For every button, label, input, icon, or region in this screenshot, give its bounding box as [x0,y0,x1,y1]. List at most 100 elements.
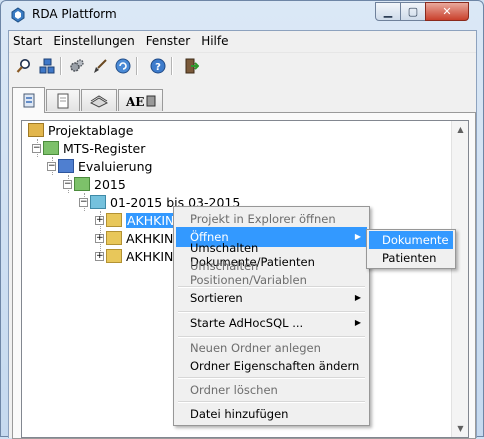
app-logo-icon [11,7,25,23]
expand-toggle-icon[interactable]: + [95,215,104,225]
collapse-toggle-icon[interactable]: − [32,143,41,153]
folder-icon [90,195,106,209]
exit-icon [185,58,199,74]
minimize-button[interactable]: ▁ [375,2,401,21]
menu-hilfe[interactable]: Hilfe [196,31,234,52]
settings-button[interactable] [66,56,87,76]
tree-node-evaluierung[interactable]: − Evaluierung [47,157,152,175]
menu-fenster[interactable]: Fenster [141,31,197,52]
submenu-arrow-icon: ▶ [354,232,361,241]
folder-icon [106,249,122,263]
menu-item-label: Starte AdHocSQL ... [190,316,304,330]
menu-item-label: Patienten [382,251,437,265]
help-icon: ? [150,58,165,74]
folder-icon [43,141,59,155]
brush-icon [93,59,107,73]
menu-separator [178,401,365,403]
toolbar-separator [60,57,62,75]
expand-toggle-icon[interactable]: + [95,251,104,261]
collapse-toggle-icon[interactable]: − [79,197,88,207]
window-title: RDA Plattform [32,7,117,21]
search-icon [16,59,30,73]
svg-text:?: ? [155,62,161,73]
font-icon: AE [125,95,155,108]
exit-button[interactable] [180,56,201,76]
menu-item-delete-folder[interactable]: Ordner löschen [176,380,367,400]
tab-documents[interactable] [46,89,80,111]
tree-node-label: Evaluierung [78,158,153,174]
tab-tree[interactable] [12,87,45,113]
folder-icon [106,231,122,245]
menu-item-adhocsql[interactable]: Starte AdHocSQL ... ▶ [176,313,367,333]
menu-item-new-folder[interactable]: Neuen Ordner anlegen [176,338,367,358]
menu-item-label: Datei hinzufügen [190,407,289,421]
menu-item-folder-properties[interactable]: Ordner Eigenschaften ändern [176,356,367,376]
book-icon [90,94,108,108]
tree-node-akhkin-2[interactable]: + AKHKIN [95,229,173,247]
tree-node-label: AKHKIN [126,230,174,246]
menu-separator [178,377,365,379]
expand-toggle-icon[interactable]: + [95,233,104,243]
menu-bar: Start Einstellungen Fenster Hilfe [9,31,476,52]
menu-item-label: Umschalten Positionen/Variablen [190,259,307,287]
folder-root-icon [28,123,44,137]
folder-icon [74,177,90,191]
folder-icon [58,159,74,173]
maximize-icon: ▢ [407,5,419,18]
minimize-icon: ▁ [383,5,393,18]
tree-node-2015[interactable]: − 2015 [63,175,126,193]
close-button[interactable]: ✕ [425,2,469,21]
menu-item-open-in-explorer[interactable]: Projekt in Explorer öffnen [176,209,367,229]
tree-view-icon [23,93,34,107]
tree-node-label: MTS-Register [63,140,146,156]
toolbar-separator [136,57,138,75]
context-menu: Projekt in Explorer öffnen Öffnen ▶ Umsch… [173,206,370,426]
scroll-up-icon[interactable]: ▲ [452,121,468,138]
refresh-icon [115,58,130,74]
menu-item-toggle-positions[interactable]: Umschalten Positionen/Variablen [176,259,367,287]
menu-item-label: Neuen Ordner anlegen [190,341,321,355]
menu-item-add-file[interactable]: Datei hinzufügen [176,404,367,424]
tree-node-akhkin-1[interactable]: + AKHKIN [95,211,176,229]
folder-icon [106,213,122,227]
gears-icon [69,59,84,72]
vertical-scrollbar[interactable]: ▲ ▼ [451,121,468,437]
open-submenu: Dokumente Patienten [366,229,456,269]
search-button[interactable] [13,56,34,76]
tree-node-label: AKHKIN [126,212,176,228]
brush-button[interactable] [89,56,110,76]
tree-node-label: Projektablage [48,122,134,138]
tab-fonts[interactable]: AE [118,89,163,111]
toolbar: ? [9,52,476,78]
collapse-toggle-icon[interactable]: − [63,179,72,189]
menu-item-sort[interactable]: Sortieren ▶ [176,288,367,308]
menu-item-label: Ordner löschen [190,383,278,397]
close-icon: ✕ [442,5,452,18]
refresh-button[interactable] [112,56,133,76]
network-icon [39,58,54,74]
tree-node-mts-register[interactable]: − MTS-Register [32,139,145,157]
network-button[interactable] [36,56,57,76]
menu-einstellungen[interactable]: Einstellungen [48,31,140,52]
title-bar[interactable]: RDA Plattform ▁ ▢ ✕ [1,1,483,29]
menu-item-label: Ordner Eigenschaften ändern [190,359,360,373]
help-button[interactable]: ? [147,56,168,76]
tree-node-projektablage[interactable]: Projektablage [28,121,134,139]
menu-item-label: Projekt in Explorer öffnen [190,212,336,226]
menu-start[interactable]: Start [9,31,48,52]
scroll-down-icon[interactable]: ▼ [452,420,468,437]
document-icon [57,93,69,108]
maximize-button[interactable]: ▢ [400,2,426,21]
menu-item-label: Sortieren [190,291,243,305]
submenu-arrow-icon: ▶ [354,318,361,327]
tree-node-akhkin-3[interactable]: + AKHKIN [95,247,173,265]
submenu-item-documents[interactable]: Dokumente [369,231,453,249]
tab-books[interactable] [81,89,117,111]
tree-node-label: AKHKIN [126,248,174,264]
submenu-item-patients[interactable]: Patienten [369,249,453,267]
collapse-toggle-icon[interactable]: − [47,161,56,171]
submenu-arrow-icon: ▶ [354,293,361,302]
toolbar-separator [171,57,173,75]
menu-item-label: Dokumente [382,233,449,247]
svg-text:AE: AE [125,95,144,108]
